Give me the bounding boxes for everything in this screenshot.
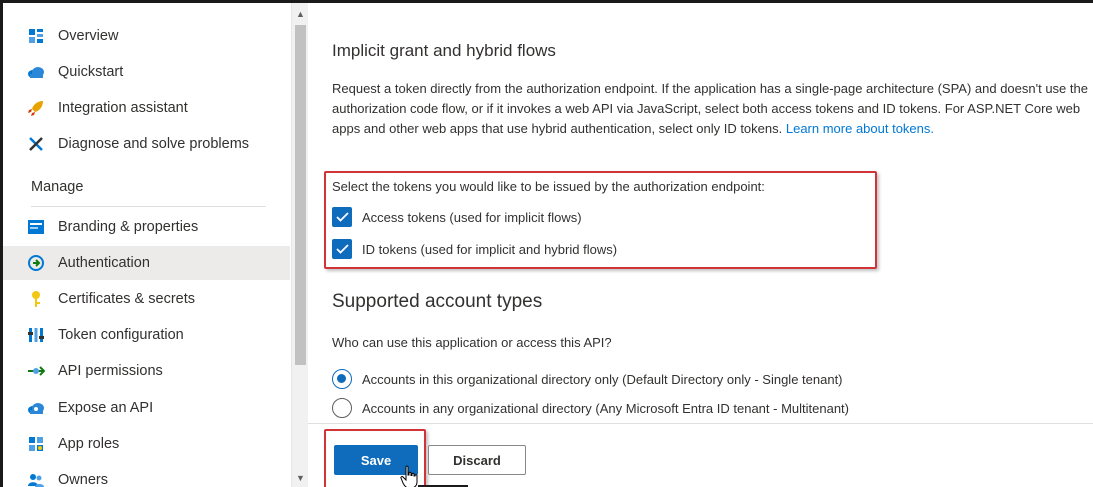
description-text: Request a token directly from the author… (332, 81, 1088, 136)
app-frame: Overview Quickstart Integration assistan… (0, 0, 1093, 487)
quickstart-cloud-icon (27, 63, 45, 81)
access-tokens-option[interactable]: Access tokens (used for implicit flows) (332, 207, 582, 227)
sidebar-item-api-permissions[interactable]: API permissions (3, 354, 290, 388)
access-tokens-checkbox[interactable] (332, 207, 352, 227)
multitenant-label: Accounts in any organizational directory… (362, 400, 849, 416)
sidebar-item-branding[interactable]: Branding & properties (3, 210, 290, 244)
discard-button[interactable]: Discard (428, 445, 526, 475)
sidebar-item-label: Expose an API (58, 400, 154, 416)
account-types-question: Who can use this application or access t… (332, 335, 612, 350)
branding-icon (27, 218, 45, 236)
checkmark-icon (335, 244, 349, 254)
sidebar-item-token-configuration[interactable]: Token configuration (3, 318, 290, 352)
implicit-grant-description: Request a token directly from the author… (332, 79, 1093, 139)
id-tokens-option[interactable]: ID tokens (used for implicit and hybrid … (332, 239, 617, 259)
sidebar-item-diagnose[interactable]: Diagnose and solve problems (3, 127, 290, 161)
authentication-main: Implicit grant and hybrid flows Request … (308, 3, 1093, 487)
sidebar-item-label: App roles (58, 436, 120, 452)
learn-more-tokens-link[interactable]: Learn more about tokens. (786, 121, 934, 136)
sidebar-item-label: Integration assistant (58, 100, 188, 116)
sidebar-item-owners[interactable]: Owners (3, 463, 290, 487)
sidebar-item-quickstart[interactable]: Quickstart (3, 55, 290, 89)
sidebar-item-label: Quickstart (58, 64, 124, 80)
sidebar-item-label: API permissions (58, 363, 163, 379)
footer-divider (308, 423, 1093, 424)
section-divider (31, 206, 266, 207)
implicit-grant-heading: Implicit grant and hybrid flows (332, 41, 556, 60)
sidebar: Overview Quickstart Integration assistan… (3, 3, 290, 487)
cloud-api-icon (27, 399, 45, 417)
owners-icon (27, 471, 45, 487)
sidebar-item-label: Diagnose and solve problems (58, 136, 250, 152)
sidebar-item-label: Owners (58, 472, 108, 487)
multitenant-radio[interactable] (332, 398, 352, 418)
supported-account-types-heading: Supported account types (332, 291, 543, 312)
tokens-question: Select the tokens you would like to be i… (332, 179, 765, 194)
single-tenant-label: Accounts in this organizational director… (362, 371, 843, 387)
access-tokens-label: Access tokens (used for implicit flows) (362, 209, 582, 225)
scroll-down-arrow-icon[interactable]: ▼ (296, 473, 305, 483)
sidebar-scrollbar[interactable]: ▲ ▼ (291, 3, 308, 487)
scroll-up-arrow-icon[interactable]: ▲ (296, 9, 305, 19)
scrollbar-thumb[interactable] (295, 25, 306, 365)
manage-heading: Manage (31, 179, 84, 195)
sidebar-item-certificates[interactable]: Certificates & secrets (3, 282, 290, 316)
authentication-icon (27, 254, 45, 272)
api-permissions-icon (27, 362, 45, 380)
sidebar-item-label: Token configuration (58, 327, 184, 343)
sidebar-item-label: Branding & properties (58, 219, 199, 235)
rocket-icon (27, 99, 45, 117)
token-bars-icon (27, 326, 45, 344)
checkmark-icon (335, 212, 349, 222)
sidebar-item-label: Overview (58, 28, 119, 44)
sidebar-item-integration-assistant[interactable]: Integration assistant (3, 91, 290, 125)
id-tokens-checkbox[interactable] (332, 239, 352, 259)
hand-cursor-icon (400, 465, 418, 487)
key-icon (27, 290, 45, 308)
sidebar-item-label: Authentication (58, 255, 150, 271)
sidebar-item-expose-api[interactable]: Expose an API (3, 391, 290, 425)
sidebar-item-app-roles[interactable]: App roles (3, 427, 290, 461)
sidebar-item-label: Certificates & secrets (58, 291, 195, 307)
wrench-cross-icon (27, 135, 45, 153)
overview-icon (27, 27, 45, 45)
app-roles-icon (27, 435, 45, 453)
single-tenant-radio[interactable] (332, 369, 352, 389)
multitenant-option[interactable]: Accounts in any organizational directory… (332, 398, 849, 418)
sidebar-item-authentication[interactable]: Authentication (3, 246, 290, 280)
sidebar-item-overview[interactable]: Overview (3, 19, 290, 53)
id-tokens-label: ID tokens (used for implicit and hybrid … (362, 241, 618, 257)
single-tenant-option[interactable]: Accounts in this organizational director… (332, 369, 843, 389)
